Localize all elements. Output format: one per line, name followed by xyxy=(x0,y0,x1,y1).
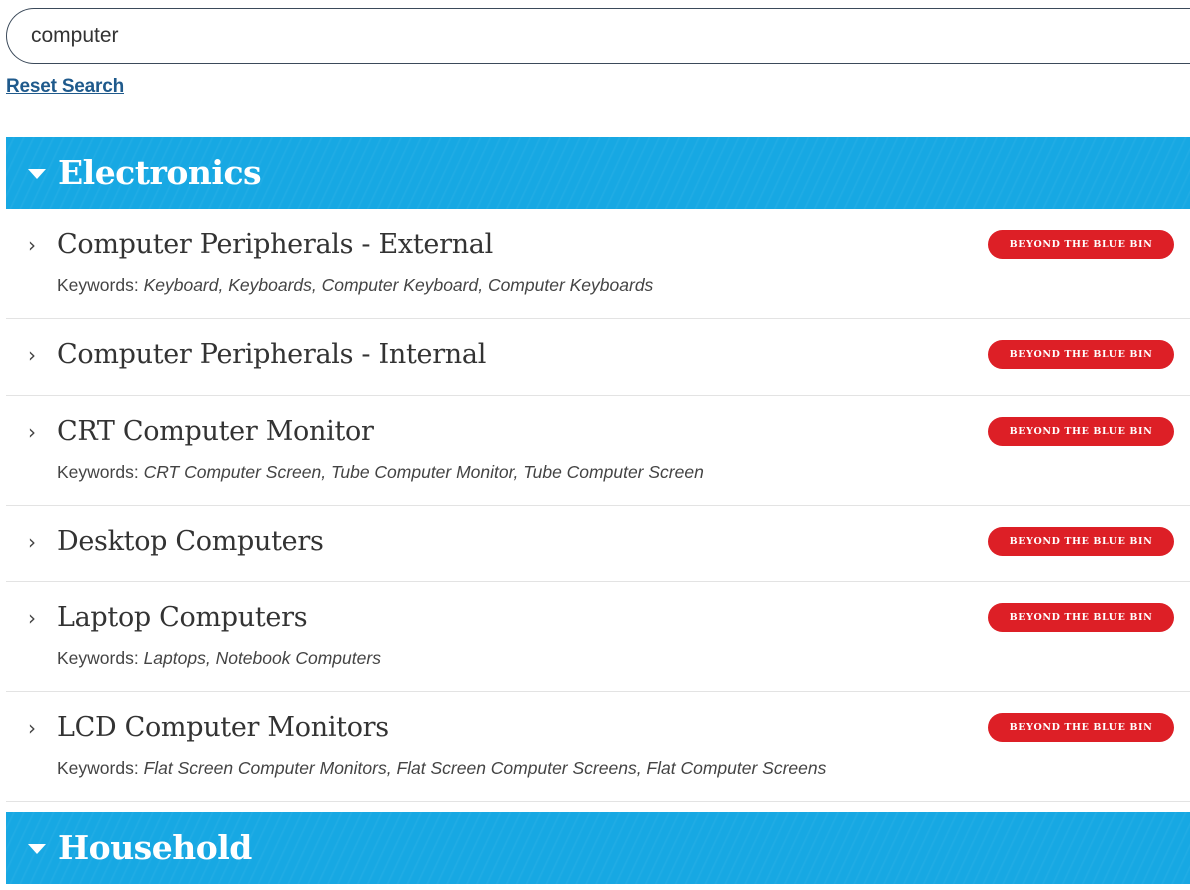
search-box[interactable] xyxy=(6,8,1190,64)
item-name[interactable]: Laptop Computers xyxy=(57,601,308,635)
keywords-label: Keywords: xyxy=(57,275,139,295)
beyond-the-blue-bin-badge: BEYOND THE BLUE BIN xyxy=(988,340,1174,369)
list-item[interactable]: › CRT Computer Monitor Keywords: CRT Com… xyxy=(6,396,1190,506)
caret-down-icon xyxy=(28,169,46,179)
item-name[interactable]: Computer Peripherals - Internal xyxy=(57,338,486,372)
list-item[interactable]: › Desktop Computers BEYOND THE BLUE BIN xyxy=(6,506,1190,582)
beyond-the-blue-bin-badge: BEYOND THE BLUE BIN xyxy=(988,713,1174,742)
category-title: Household xyxy=(58,828,252,867)
item-keywords: Keywords: CRT Computer Screen, Tube Comp… xyxy=(57,462,704,483)
chevron-right-icon: › xyxy=(28,606,36,630)
keywords-label: Keywords: xyxy=(57,758,139,778)
chevron-right-icon: › xyxy=(28,530,36,554)
item-name[interactable]: Computer Peripherals - External xyxy=(57,228,493,262)
item-keywords: Keywords: Flat Screen Computer Monitors,… xyxy=(57,758,826,779)
list-item[interactable]: › Computer Peripherals - Internal BEYOND… xyxy=(6,319,1190,396)
keywords-values: Flat Screen Computer Monitors, Flat Scre… xyxy=(143,758,827,778)
category-header-electronics[interactable]: Electronics xyxy=(6,137,1190,209)
item-name[interactable]: Desktop Computers xyxy=(57,525,324,559)
list-item[interactable]: › Laptop Computers Keywords: Laptops, No… xyxy=(6,582,1190,692)
caret-down-icon xyxy=(28,844,46,854)
category-header-household[interactable]: Household xyxy=(6,812,1190,884)
chevron-right-icon: › xyxy=(28,420,36,444)
reset-search-link[interactable]: Reset Search xyxy=(6,76,124,98)
beyond-the-blue-bin-badge: BEYOND THE BLUE BIN xyxy=(988,230,1174,259)
list-item[interactable]: › LCD Computer Monitors Keywords: Flat S… xyxy=(6,692,1190,802)
keywords-values: Keyboard, Keyboards, Computer Keyboard, … xyxy=(143,275,654,295)
item-name[interactable]: LCD Computer Monitors xyxy=(57,711,389,745)
keywords-values: CRT Computer Screen, Tube Computer Monit… xyxy=(143,462,704,482)
item-keywords: Keywords: Laptops, Notebook Computers xyxy=(57,648,381,669)
search-input[interactable] xyxy=(31,9,1131,62)
item-name[interactable]: CRT Computer Monitor xyxy=(57,415,374,449)
chevron-right-icon: › xyxy=(28,716,36,740)
beyond-the-blue-bin-badge: BEYOND THE BLUE BIN xyxy=(988,603,1174,632)
chevron-right-icon: › xyxy=(28,233,36,257)
list-item[interactable]: › Computer Peripherals - External Keywor… xyxy=(6,209,1190,319)
category-title: Electronics xyxy=(58,153,262,192)
chevron-right-icon: › xyxy=(28,343,36,367)
keywords-label: Keywords: xyxy=(57,648,139,668)
item-keywords: Keywords: Keyboard, Keyboards, Computer … xyxy=(57,275,653,296)
beyond-the-blue-bin-badge: BEYOND THE BLUE BIN xyxy=(988,527,1174,556)
keywords-label: Keywords: xyxy=(57,462,139,482)
search-results-page: Reset Search Electronics › Computer Peri… xyxy=(0,0,1190,890)
beyond-the-blue-bin-badge: BEYOND THE BLUE BIN xyxy=(988,417,1174,446)
keywords-values: Laptops, Notebook Computers xyxy=(143,648,381,668)
